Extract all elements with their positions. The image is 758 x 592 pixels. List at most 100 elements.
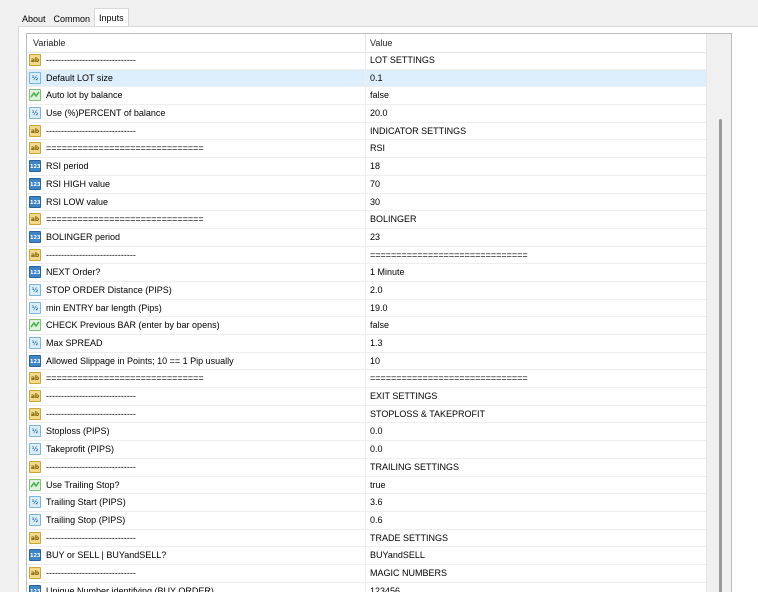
table-row[interactable]: 123 Unique Number identifying (BUY ORDER)… xyxy=(27,582,708,592)
tab-bar: About Common Inputs xyxy=(18,8,129,27)
variable-value[interactable]: false xyxy=(370,317,389,334)
column-divider xyxy=(365,423,366,441)
variable-value[interactable]: 3.6 xyxy=(370,494,383,511)
table-row[interactable]: ab ------------------------------ TRADE SE… xyxy=(27,529,708,548)
variable-value[interactable]: BUYandSELL xyxy=(370,547,425,564)
column-divider xyxy=(365,87,366,105)
variable-value[interactable]: 0.6 xyxy=(370,512,383,529)
table-row[interactable]: ½ Default LOT size 0.1 xyxy=(27,69,708,88)
table-row[interactable]: ½ Max SPREAD 1.3 xyxy=(27,335,708,353)
variable-value[interactable]: 1 Minute xyxy=(370,264,405,281)
column-divider xyxy=(365,228,366,246)
variable-name: ------------------------------ xyxy=(46,249,136,260)
table-row[interactable]: ½ Trailing Stop (PIPS) 0.6 xyxy=(27,511,708,530)
variable-value[interactable]: MAGIC NUMBERS xyxy=(370,565,447,582)
variable-value[interactable]: true xyxy=(370,477,386,494)
variable-value[interactable]: 20.0 xyxy=(370,105,388,122)
table-row[interactable]: ½ Trailing Start (PIPS) 3.6 xyxy=(27,494,708,512)
table-row[interactable]: 123 RSI period 18 xyxy=(27,158,708,176)
table-row[interactable]: 123 Allowed Slippage in Points; 10 == 1 P… xyxy=(27,352,708,371)
variable-value[interactable]: 10 xyxy=(370,353,380,370)
variable-value[interactable]: BOLINGER xyxy=(370,211,417,228)
column-divider xyxy=(365,388,366,406)
column-divider xyxy=(365,69,366,87)
table-row[interactable]: 123 NEXT Order? 1 Minute xyxy=(27,264,708,282)
table-row[interactable]: 123 BUY or SELL | BUYandSELL? BUYandSELL xyxy=(27,547,708,565)
table-row[interactable]: ab ============================== RSI xyxy=(27,140,708,159)
variable-value[interactable]: 30 xyxy=(370,194,380,211)
variable-value[interactable]: LOT SETTINGS xyxy=(370,52,435,69)
table-row[interactable]: ab ------------------------------ INDICATO… xyxy=(27,122,708,141)
tab-inputs[interactable]: Inputs xyxy=(94,8,129,27)
double-type-icon: ½ xyxy=(29,443,41,456)
table-row[interactable]: ab ------------------------------ MAGIC NU… xyxy=(27,564,708,583)
scrollbar-thumb[interactable] xyxy=(719,119,722,592)
variable-value[interactable]: RSI xyxy=(370,140,385,157)
variable-value[interactable]: 19.0 xyxy=(370,300,388,317)
integer-type-icon: 123 xyxy=(29,549,41,562)
variable-value[interactable]: 0.0 xyxy=(370,441,383,458)
variable-name: Allowed Slippage in Points; 10 == 1 Pip … xyxy=(46,355,234,366)
column-divider xyxy=(365,264,366,282)
table-row[interactable]: CHECK Previous BAR (enter by bar opens) f… xyxy=(27,317,708,335)
variable-value[interactable]: 1.3 xyxy=(370,335,383,352)
table-row[interactable]: Auto lot by balance false xyxy=(27,87,708,106)
variable-value[interactable]: TRADE SETTINGS xyxy=(370,530,448,547)
table-row[interactable]: 123 BOLINGER period 23 xyxy=(27,228,708,247)
variable-value[interactable]: 123456 xyxy=(370,583,400,592)
table-row[interactable]: 123 RSI HIGH value 70 xyxy=(27,175,708,194)
variable-value[interactable]: ============================== xyxy=(370,247,528,264)
variable-value[interactable]: STOPLOSS & TAKEPROFIT xyxy=(370,406,485,423)
table-body: ab ------------------------------ LOT SETT… xyxy=(27,52,708,592)
table-row[interactable]: ½ min ENTRY bar length (Pips) 19.0 xyxy=(27,299,708,318)
variable-value[interactable]: 70 xyxy=(370,176,380,193)
column-divider xyxy=(365,281,366,299)
variable-value[interactable]: TRAILING SETTINGS xyxy=(370,459,459,476)
tab-about[interactable]: About xyxy=(18,11,50,27)
variable-value[interactable]: 2.0 xyxy=(370,282,383,299)
column-divider xyxy=(365,547,366,565)
string-type-icon: ab xyxy=(29,407,41,420)
vertical-scrollbar[interactable] xyxy=(706,34,731,592)
variable-value[interactable]: 18 xyxy=(370,158,380,175)
column-divider xyxy=(365,246,366,264)
table-row[interactable]: Use Trailing Stop? true xyxy=(27,476,708,495)
variable-name: ------------------------------ xyxy=(46,55,136,65)
header-value[interactable]: Value xyxy=(370,34,392,52)
variable-name: BUY or SELL | BUYandSELL? xyxy=(46,550,167,561)
table-row[interactable]: ab ------------------------------ LOT SETT… xyxy=(27,52,708,70)
variable-name: ------------------------------ xyxy=(46,567,136,578)
variable-name: ------------------------------ xyxy=(46,408,136,419)
table-row[interactable]: ½ Stoploss (PIPS) 0.0 xyxy=(27,423,708,442)
table-row[interactable]: ab ------------------------------ EXIT SET… xyxy=(27,388,708,406)
variable-value[interactable]: false xyxy=(370,87,389,104)
string-type-icon: ab xyxy=(29,248,41,261)
inputs-dialog: About Common Inputs Variable Value ab ---… xyxy=(0,0,758,592)
variable-name: ------------------------------ xyxy=(46,532,136,543)
table-row[interactable]: 123 RSI LOW value 30 xyxy=(27,193,708,212)
variable-value[interactable]: 0.1 xyxy=(370,70,383,87)
table-row[interactable]: ab ------------------------------ STOPLOSS… xyxy=(27,405,708,424)
header-variable[interactable]: Variable xyxy=(33,34,65,52)
table-row[interactable]: ½ Use (%)PERCENT of balance 20.0 xyxy=(27,105,708,123)
bool-type-icon xyxy=(29,319,41,332)
variable-name: ------------------------------ xyxy=(46,461,136,472)
column-divider xyxy=(365,140,366,158)
variable-value[interactable]: 0.0 xyxy=(370,423,383,440)
variable-value[interactable]: EXIT SETTINGS xyxy=(370,388,437,405)
variable-name: Use (%)PERCENT of balance xyxy=(46,108,166,119)
variable-value[interactable]: ============================== xyxy=(370,370,528,387)
variable-value[interactable]: 23 xyxy=(370,229,380,246)
table-row[interactable]: ½ STOP ORDER Distance (PIPS) 2.0 xyxy=(27,281,708,300)
table-row[interactable]: ab ------------------------------ TRAILING… xyxy=(27,458,708,477)
table-row[interactable]: ab ============================== ========… xyxy=(27,370,708,389)
variable-value[interactable]: INDICATOR SETTINGS xyxy=(370,123,466,140)
variable-name: Unique Number identifying (BUY ORDER) xyxy=(46,585,214,592)
tab-common[interactable]: Common xyxy=(50,11,95,27)
table-row[interactable]: ab ------------------------------ ========… xyxy=(27,246,708,265)
table-row[interactable]: ½ Takeprofit (PIPS) 0.0 xyxy=(27,441,708,459)
column-divider xyxy=(365,511,366,529)
table-row[interactable]: ab ============================== BOLINGER xyxy=(27,211,708,229)
column-divider xyxy=(365,529,366,547)
header-divider[interactable] xyxy=(365,34,366,52)
